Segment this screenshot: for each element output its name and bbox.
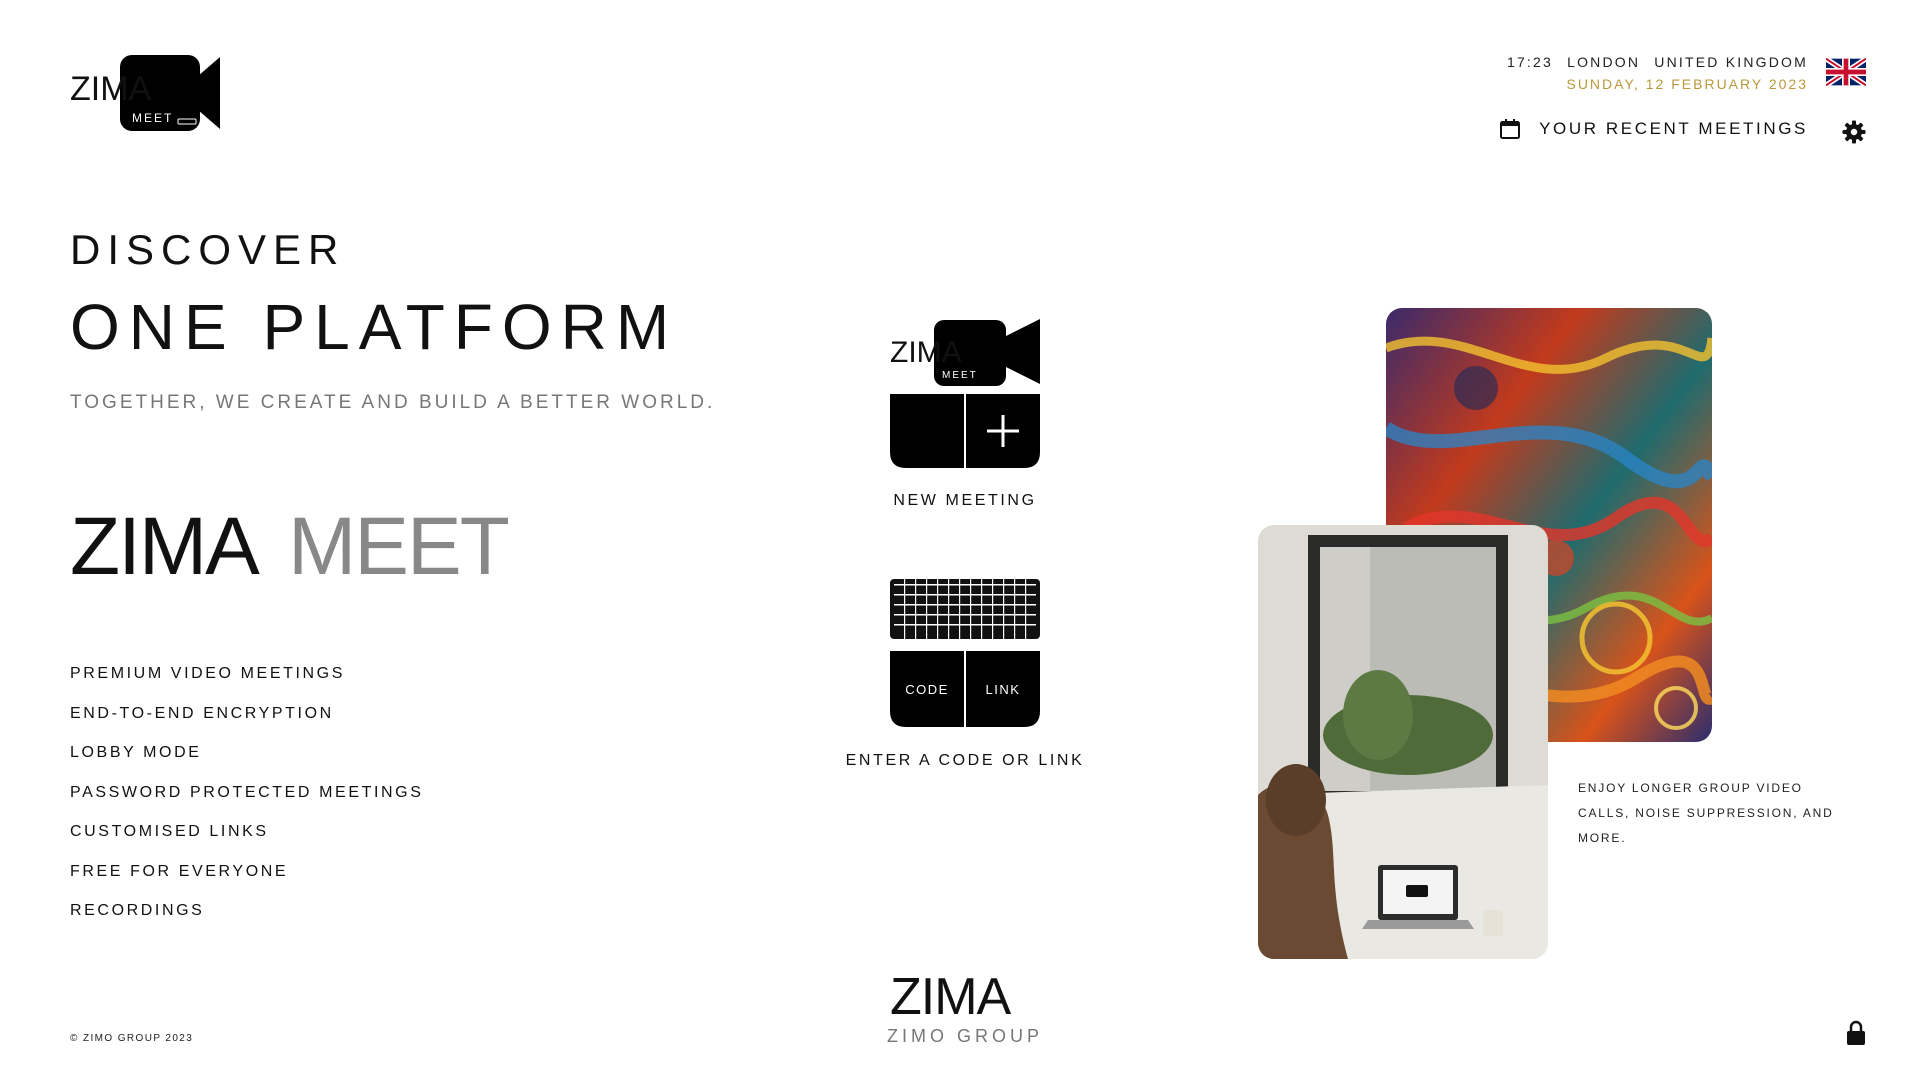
- logo-sub: MEET: [132, 111, 173, 125]
- feature-item: RECORDINGS: [70, 902, 205, 919]
- current-time: 17:23: [1506, 54, 1553, 70]
- promo-text: ENJOY LONGER GROUP VIDEO CALLS, NOISE SU…: [1578, 781, 1834, 845]
- uk-flag-icon[interactable]: [1826, 58, 1866, 86]
- keyboard-icon: [890, 579, 1040, 639]
- link-option-label: LINK: [986, 682, 1021, 697]
- current-date: SUNDAY, 12 FEBRUARY 2023: [1566, 76, 1808, 92]
- feature-item: END-TO-END ENCRYPTION: [70, 704, 334, 722]
- hero-tagline: TOGETHER, WE CREATE AND BUILD A BETTER W…: [70, 392, 716, 413]
- join-meeting-label[interactable]: ENTER A CODE OR LINK: [840, 752, 1090, 770]
- hero-title: ONE PLATFORM: [70, 291, 679, 363]
- wordmark-zima: ZIMA: [70, 510, 260, 580]
- feature-item: CUSTOMISED LINKS: [70, 823, 269, 840]
- time-location-line: 17:23 LONDON UNITED KINGDOM: [1507, 54, 1808, 70]
- zima-meet-logo[interactable]: ZIMA MEET: [70, 54, 245, 132]
- group-logo-word: ZIMA: [890, 972, 1012, 1016]
- new-meeting-logo-word: ZIMA: [890, 336, 962, 369]
- feature-list: PREMIUM VIDEO MEETINGS END-TO-END ENCRYP…: [70, 665, 423, 942]
- new-meeting-label[interactable]: NEW MEETING: [890, 492, 1040, 510]
- zima-meet-wordmark: ZIMA MEET: [70, 510, 510, 580]
- recent-meetings-label: YOUR RECENT MEETINGS: [1539, 119, 1808, 138]
- new-meeting-logo-sub: MEET: [942, 370, 978, 381]
- logo-zim: ZIMA: [70, 70, 152, 108]
- office-photo-image: [1258, 525, 1548, 959]
- current-country: UNITED KINGDOM: [1654, 54, 1808, 70]
- feature-item: PASSWORD PROTECTED MEETINGS: [70, 783, 424, 801]
- copyright: © ZIMO GROUP 2023: [70, 1033, 194, 1044]
- current-city: LONDON: [1567, 54, 1641, 70]
- feature-item: PREMIUM VIDEO MEETINGS: [70, 665, 345, 682]
- recent-meetings-link[interactable]: YOUR RECENT MEETINGS: [1499, 118, 1808, 140]
- join-meeting-button[interactable]: CODE LINK: [890, 575, 1040, 727]
- gear-icon[interactable]: [1842, 120, 1866, 144]
- code-option-label: CODE: [905, 682, 949, 697]
- wordmark-meet: MEET: [288, 510, 509, 580]
- location-datetime: 17:23 LONDON UNITED KINGDOM SUNDAY, 12 F…: [1507, 54, 1808, 92]
- hero-eyebrow: DISCOVER: [70, 226, 346, 273]
- group-label: ZIMO GROUP: [887, 1026, 1043, 1046]
- feature-item: FREE FOR EVERYONE: [70, 862, 289, 880]
- calendar-icon: [1500, 119, 1521, 139]
- new-meeting-button[interactable]: ZIMA MEET: [890, 318, 1040, 468]
- zima-group-logo: ZIMA: [890, 972, 1013, 1016]
- feature-item: LOBBY MODE: [70, 744, 202, 761]
- lock-icon[interactable]: [1846, 1020, 1866, 1046]
